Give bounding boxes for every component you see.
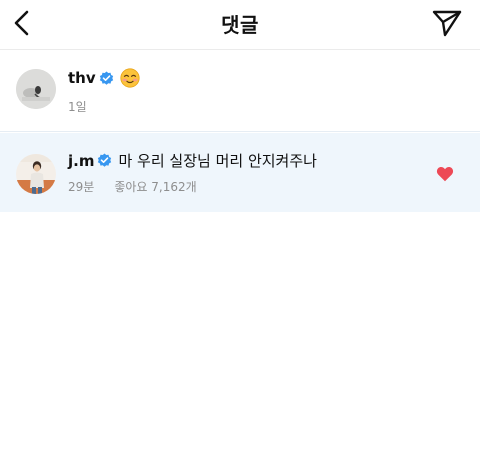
- post-caption: thv 1일: [0, 50, 480, 132]
- timestamp: 1일: [68, 100, 87, 114]
- heart-icon[interactable]: [436, 166, 454, 182]
- verified-badge-icon: [99, 70, 113, 85]
- avatar[interactable]: [16, 69, 56, 109]
- comment-meta: 29분 좋아요 7,162개: [68, 178, 197, 195]
- comment-text: 마 우리 실장님 머리 안지켜주나: [118, 152, 317, 170]
- username[interactable]: j.m: [68, 152, 94, 170]
- comment-row: j.m 마 우리 실장님 머리 안지켜주나 29분 좋아요 7,162개: [0, 133, 480, 212]
- header-bar: 댓글: [0, 0, 480, 50]
- smiling-face-icon: [120, 68, 140, 88]
- caption-line: thv: [68, 68, 140, 88]
- verified-badge-icon: [98, 153, 112, 167]
- timestamp: 29분: [68, 180, 95, 194]
- share-button[interactable]: [430, 6, 464, 40]
- like-count[interactable]: 좋아요 7,162개: [114, 178, 196, 195]
- comment-line: j.m 마 우리 실장님 머리 안지켜주나: [68, 150, 317, 171]
- caption-meta: 1일: [68, 98, 87, 115]
- page-title: 댓글: [221, 13, 259, 37]
- paper-plane-icon: [432, 10, 462, 37]
- avatar[interactable]: [16, 154, 56, 194]
- comments-screen: 댓글 thv 1일 j.m 마 우리 실장님 머리 안지켜주나 29분 좋아요 …: [0, 0, 480, 464]
- username[interactable]: thv: [68, 69, 96, 87]
